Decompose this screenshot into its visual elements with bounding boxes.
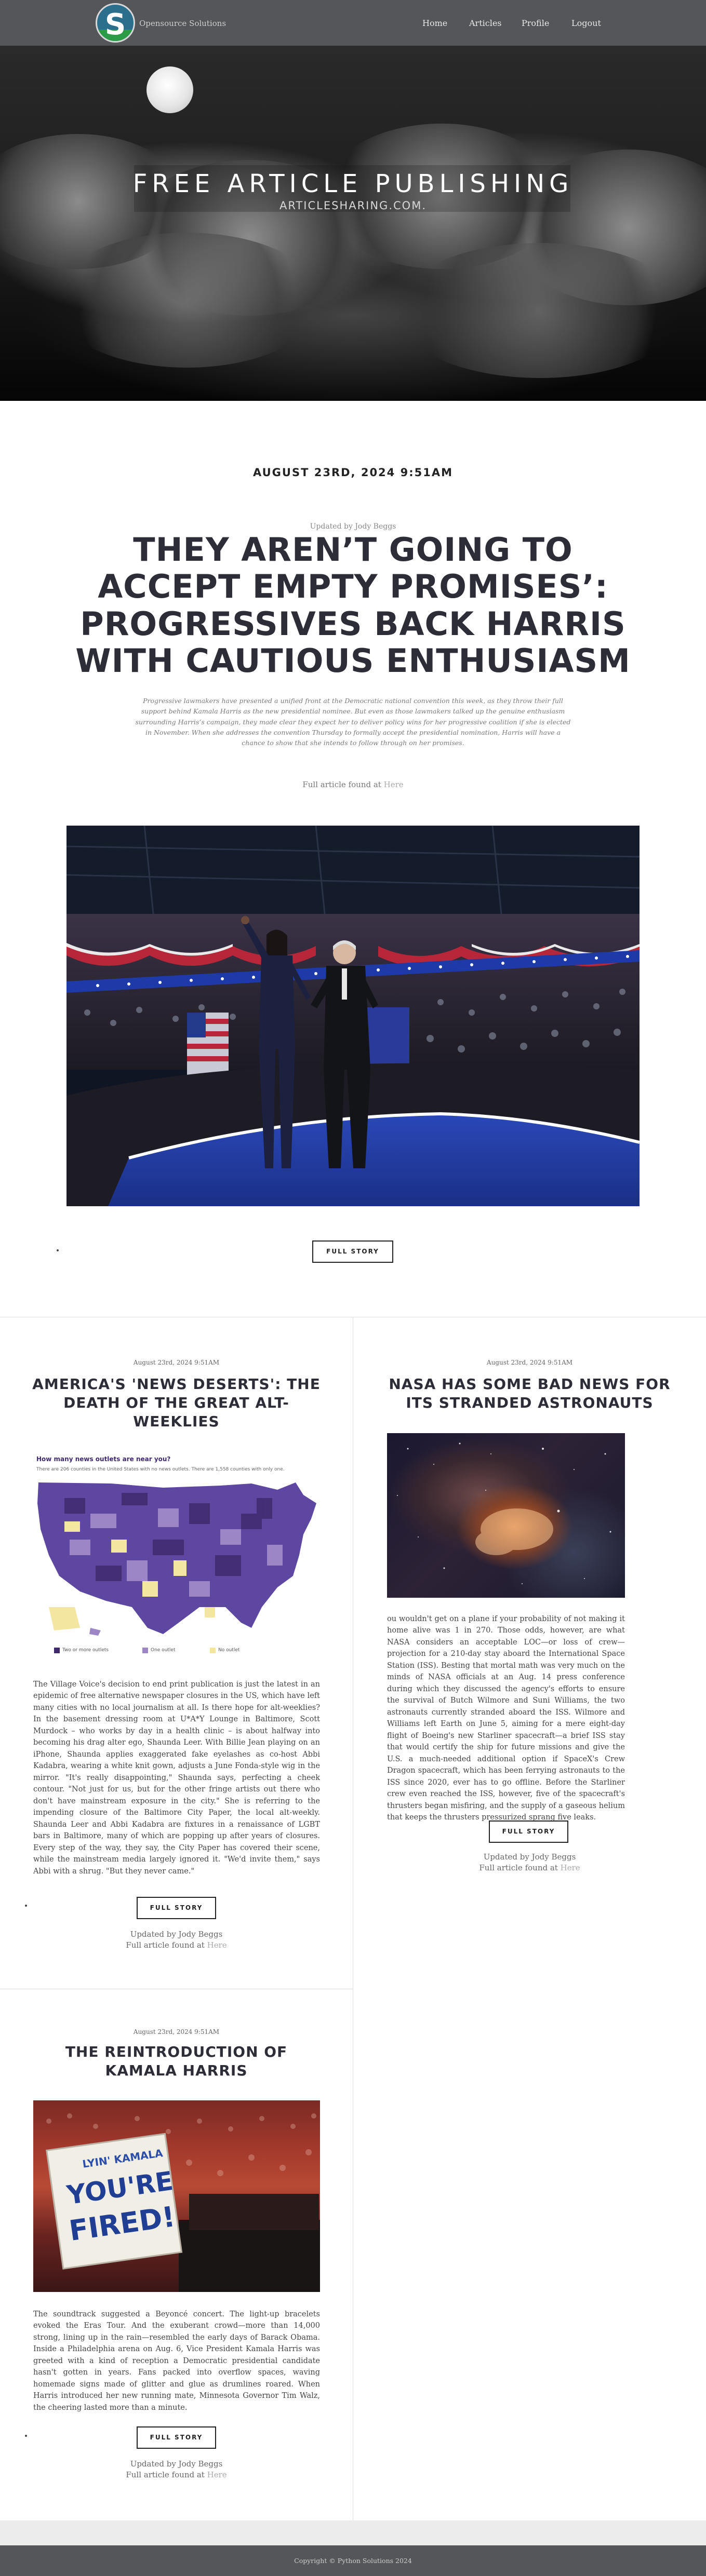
bullet-dot <box>57 1249 59 1251</box>
featured-updated-by: Updated by Jody Beggs <box>310 522 396 531</box>
card-body: The soundtrack suggested a Beyoncé conce… <box>33 2310 320 2412</box>
legend-label: Two or more outlets <box>62 1648 109 1653</box>
card-body: ou wouldn't get on a plane if your proba… <box>387 1615 625 1822</box>
full-article-link[interactable]: Here <box>207 2470 227 2479</box>
card-date: August 23rd, 2024 9:51AM <box>486 1359 573 1366</box>
card-full-article-line: Full article found at Here <box>353 1863 706 1874</box>
card-full-article-line: Full article found at Here <box>0 2470 353 2481</box>
full-article-prefix: Full article found at <box>126 2470 205 2479</box>
card-title[interactable]: THE REINTRODUCTION OF KAMALA HARRIS <box>32 2043 321 2080</box>
full-article-link[interactable]: Here <box>384 780 404 789</box>
featured-summary: Progressive lawmakers have presented a u… <box>135 697 571 747</box>
featured-title[interactable]: THEY AREN’T GOING TO ACCEPT EMPTY PROMIS… <box>57 531 649 679</box>
legend-label: One outlet <box>151 1648 176 1653</box>
card-updated-by: Updated by Jody Beggs <box>483 1852 576 1862</box>
card-full-article-line: Full article found at Here <box>0 1940 353 1951</box>
featured-full-story-button[interactable]: FULL STORY <box>312 1240 393 1263</box>
full-article-prefix: Full article found at <box>479 1863 558 1872</box>
bullet-dot <box>25 1905 27 1907</box>
logo-letter: S <box>104 8 126 42</box>
card-updated-by: Updated by Jody Beggs <box>130 2459 223 2469</box>
full-article-link[interactable]: Here <box>207 1940 227 1950</box>
featured-photo <box>66 826 640 1206</box>
card-title[interactable]: AMERICA'S 'NEWS DESERTS': THE DEATH OF T… <box>32 1375 321 1431</box>
legend-swatch <box>54 1648 60 1653</box>
us-map-graphic <box>37 1482 316 1636</box>
bullet-dot <box>25 2435 27 2437</box>
card-body: The Village Voice's decision to end prin… <box>33 1680 320 1876</box>
top-nav-bar: S Opensource Solutions Home Articles Pro… <box>0 0 706 46</box>
brand-logo[interactable]: S <box>96 3 135 43</box>
moon-graphic <box>146 66 193 113</box>
featured-date: AUGUST 23RD, 2024 9:51AM <box>253 466 453 479</box>
hero-subtitle: ARTICLESHARING.COM. <box>279 199 427 212</box>
hero-banner: FREE ARTICLE PUBLISHING ARTICLESHARING.C… <box>0 46 706 401</box>
card-full-story-button[interactable]: FULL STORY <box>489 1820 568 1843</box>
featured-full-article-line: Full article found at Here <box>0 780 706 789</box>
cloud-graphic <box>52 233 322 368</box>
nav-home[interactable]: Home <box>422 18 447 28</box>
brand-name[interactable]: Opensource Solutions <box>139 19 226 28</box>
nav-profile[interactable]: Profile <box>522 18 549 28</box>
card-date: August 23rd, 2024 9:51AM <box>133 2028 220 2035</box>
card-date: August 23rd, 2024 9:51AM <box>133 1359 220 1366</box>
full-article-prefix: Full article found at <box>302 780 381 789</box>
card-full-story-button[interactable]: FULL STORY <box>137 2426 216 2449</box>
legend-swatch <box>210 1648 216 1653</box>
footer-copyright: Copyright © Python Solutions 2024 <box>294 2557 412 2565</box>
card-updated-by: Updated by Jody Beggs <box>130 1930 223 1939</box>
rally-photo: LYIN' KAMALA YOU'RE FIRED! <box>33 2100 320 2292</box>
rally-stage-illustration <box>66 826 640 1206</box>
full-article-prefix: Full article found at <box>126 1940 205 1950</box>
page: S Opensource Solutions Home Articles Pro… <box>0 0 706 2576</box>
card-full-story-button[interactable]: FULL STORY <box>137 1897 216 1919</box>
nebula-stars-graphic <box>397 1442 611 1584</box>
nav-articles[interactable]: Articles <box>469 18 502 28</box>
cloud-graphic <box>395 243 686 378</box>
site-footer: Copyright © Python Solutions 2024 <box>0 2545 706 2576</box>
nav-logout[interactable]: Logout <box>571 18 601 28</box>
legend-label: No outlet <box>218 1648 240 1653</box>
news-deserts-map: How many news outlets are near you? Ther… <box>33 1451 320 1662</box>
flag-graphic <box>187 1013 229 1075</box>
legend-swatch <box>142 1648 148 1653</box>
card-title[interactable]: NASA HAS SOME BAD NEWS FOR ITS STRANDED … <box>385 1375 674 1412</box>
footer-spacer <box>0 2520 706 2545</box>
full-article-link[interactable]: Here <box>561 1863 580 1872</box>
hero-title: FREE ARTICLE PUBLISHING <box>132 169 574 198</box>
nebula-photo <box>387 1433 625 1598</box>
